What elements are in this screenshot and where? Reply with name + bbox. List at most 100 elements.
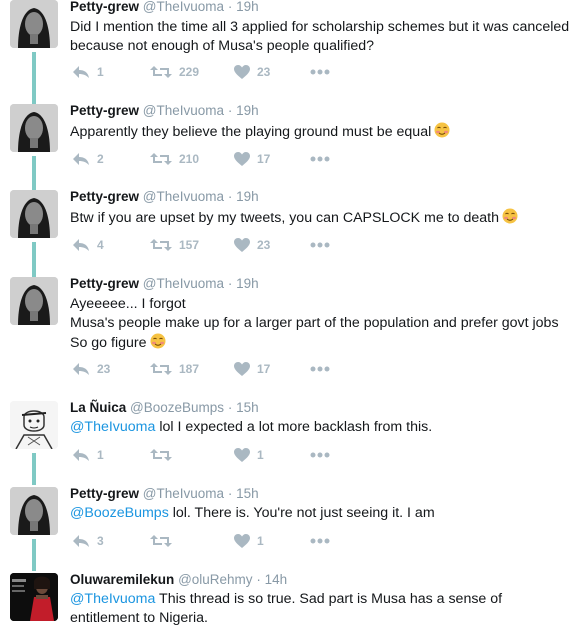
author-name[interactable]: Petty-grew [70,189,139,204]
tweet-text-line: Ayeeeee... I forgot [70,296,186,312]
reply-button[interactable]: 4 [72,238,104,252]
author-handle[interactable]: @TheIvuoma [143,0,224,14]
tweet-text-line: Musa's people make up for a larger part … [70,315,559,331]
tweet-text-line: @TheIvuoma lol I expected a lot more bac… [70,418,432,437]
retweet-button[interactable]: 210 [150,152,199,166]
author-handle[interactable]: @TheIvuoma [143,103,224,118]
like-button[interactable]: 17 [234,152,270,166]
retweet-button[interactable] [150,448,172,462]
tweet-text-line: entitlement to Nigeria. [70,610,209,626]
mention-link[interactable]: @BoozeBumps [70,505,169,521]
more-button[interactable] [310,452,330,458]
retweet-button[interactable]: 229 [150,65,199,79]
reply-button[interactable]: 1 [72,65,104,79]
tweet-text-content: So go figure [70,335,147,351]
reply-button[interactable]: 1 [72,448,104,462]
timestamp[interactable]: 19h [236,103,259,118]
like-count: 17 [257,362,271,376]
tweet-text: Ayeeeee... I forgot Musa's people make u… [70,295,559,353]
timestamp[interactable]: 15h [236,486,259,501]
tweet-text-content: Btw if you are upset by my tweets, you c… [70,210,499,226]
heart-icon [234,238,250,252]
author-handle[interactable]: @BoozeBumps [130,400,224,415]
tweet-text-line: because not enough of Musa's people qual… [70,38,375,54]
timestamp[interactable]: 15h [236,400,259,415]
tweet-text-content: lol I expected a lot more backlash from … [155,419,433,435]
retweet-icon [150,534,172,548]
reply-icon [72,448,90,462]
thread-line [32,242,36,277]
tweet-text-content: This thread is so true. Sad part is Musa… [155,591,503,607]
like-count: 1 [257,448,264,462]
avatar[interactable] [10,104,58,152]
retweet-button[interactable] [150,534,172,548]
retweet-button[interactable]: 187 [150,362,199,376]
author-handle[interactable]: @TheIvuoma [143,276,224,291]
retweet-count: 187 [179,362,200,376]
author-handle[interactable]: @TheIvuoma [143,189,224,204]
separator: · [256,572,261,587]
like-button[interactable]: 17 [234,362,270,376]
more-icon [310,242,330,248]
reply-count: 4 [97,238,104,252]
timestamp[interactable]: 14h [265,572,288,587]
more-icon [310,366,330,372]
smiling-face-emoji [434,122,450,138]
avatar[interactable] [10,487,58,535]
author-handle[interactable]: @TheIvuoma [143,486,224,501]
author-name[interactable]: Petty-grew [70,0,139,14]
retweet-icon [150,65,172,79]
like-count: 23 [257,238,271,252]
retweet-button[interactable]: 157 [150,238,199,252]
timestamp[interactable]: 19h [236,276,259,291]
separator: · [227,400,233,415]
tweet-text: Apparently they believe the playing grou… [70,122,450,142]
reply-icon [72,65,90,79]
like-button[interactable]: 23 [234,238,270,252]
more-button[interactable] [310,156,330,162]
like-button[interactable]: 23 [234,65,270,79]
timestamp[interactable]: 19h [236,189,259,204]
mention-link[interactable]: @TheIvuoma [70,419,155,435]
author-name[interactable]: Petty-grew [70,486,139,501]
reply-count: 23 [97,362,111,376]
avatar[interactable] [10,277,58,325]
author-name[interactable]: Petty-grew [70,276,139,291]
separator: · [227,0,233,14]
retweet-count: 210 [179,152,200,166]
reply-button[interactable]: 23 [72,362,110,376]
like-button[interactable]: 1 [234,534,264,548]
tweet-text: Did I mention the time all 3 applied for… [70,18,569,56]
like-button[interactable]: 1 [234,448,264,462]
author-name[interactable]: Petty-grew [70,103,139,118]
more-button[interactable] [310,538,330,544]
tweet-text-content: lol. There is. You're not just seeing it… [168,505,435,521]
heart-icon [234,534,250,548]
more-button[interactable] [310,366,330,372]
reply-count: 1 [97,65,104,79]
tweet-text: Btw if you are upset by my tweets, you c… [70,208,518,228]
avatar[interactable] [10,0,58,48]
avatar[interactable] [10,401,58,449]
reply-button[interactable]: 3 [72,534,104,548]
tweet-text: @TheIvuoma This thread is so true. Sad p… [70,590,502,628]
reply-button[interactable]: 2 [72,152,104,166]
smiling-face-emoji [150,333,166,349]
author-name[interactable]: La Ñuica [70,400,126,415]
thread-line [32,453,36,485]
author-handle[interactable]: @oluRehmy [178,572,252,587]
author-name[interactable]: Oluwaremilekun [70,572,174,587]
more-button[interactable] [310,242,330,248]
retweet-icon [150,362,172,376]
more-button[interactable] [310,69,330,75]
timestamp[interactable]: 19h [236,0,259,14]
reply-icon [72,238,90,252]
reply-count: 3 [97,534,104,548]
avatar[interactable] [10,190,58,238]
more-icon [310,452,330,458]
tweet-text-line: @BoozeBumps lol. There is. You're not ju… [70,504,435,523]
separator: · [227,486,233,501]
mention-link[interactable]: @TheIvuoma [70,591,155,607]
avatar[interactable] [10,573,58,621]
retweet-count: 229 [179,65,200,79]
